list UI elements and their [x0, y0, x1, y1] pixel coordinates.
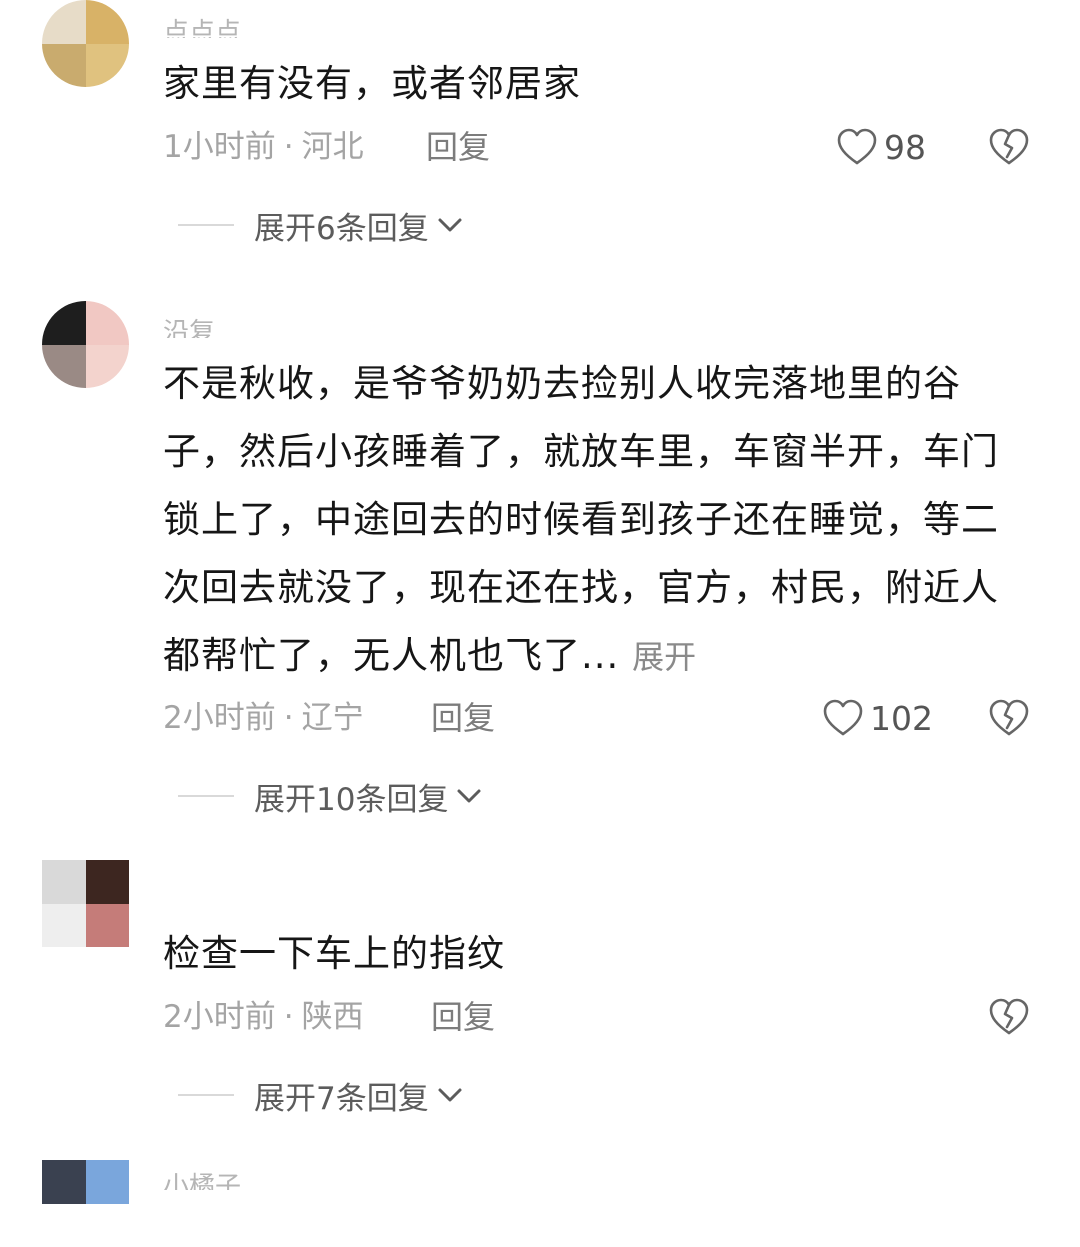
avatar-segment	[86, 345, 129, 388]
comment-meta: 2小时前 · 陕西	[163, 997, 364, 1037]
expand-replies-button[interactable]: 展开7条回复	[178, 1075, 463, 1117]
comment-time: 2小时前	[163, 700, 276, 736]
broken-heart-icon	[989, 998, 1029, 1035]
comment-text: 不是秋收，是爷爷奶奶去捡别人收完落地里的谷子，然后小孩睡着了，就放车里，车窗半开…	[163, 350, 1033, 691]
comment-text: 检查一下车上的指纹	[163, 932, 505, 975]
comment-time: 2小时前	[163, 999, 276, 1035]
comment-text: 家里有没有，或者邻居家	[163, 62, 581, 105]
expand-text-link[interactable]: 展开	[632, 638, 696, 676]
username[interactable]: 沿复	[163, 318, 215, 338]
chevron-down-icon	[438, 1088, 462, 1102]
avatar-segment	[42, 1160, 86, 1204]
divider-line	[178, 1094, 234, 1096]
reply-button[interactable]: 回复	[431, 997, 495, 1037]
avatar-segment	[42, 301, 86, 345]
chevron-down-icon	[457, 789, 481, 803]
avatar-segment	[86, 44, 129, 87]
comment-text-body: 不是秋收，是爷爷奶奶去捡别人收完落地里的谷子，然后小孩睡着了，就放车里，车窗半开…	[163, 362, 999, 677]
avatar[interactable]	[42, 860, 129, 947]
avatar-segment	[86, 1160, 129, 1204]
username[interactable]: 小橘子	[163, 1172, 241, 1190]
meta-separator: ·	[283, 999, 294, 1035]
meta-separator: ·	[283, 700, 294, 736]
comment-time: 1小时前	[163, 129, 276, 165]
dislike-button[interactable]	[988, 997, 1030, 1037]
avatar-segment	[42, 904, 86, 947]
like-button[interactable]: 102	[822, 698, 933, 738]
comment-location: 陕西	[301, 999, 364, 1035]
username[interactable]: 点点点	[163, 18, 241, 38]
like-count: 102	[870, 698, 933, 738]
avatar-segment	[42, 345, 86, 388]
dislike-button[interactable]	[988, 127, 1030, 167]
divider-line	[178, 795, 234, 797]
divider-line	[178, 224, 234, 226]
avatar-segment	[86, 301, 129, 345]
broken-heart-icon	[989, 128, 1029, 165]
like-count: 98	[884, 127, 926, 167]
comment-meta: 2小时前 · 辽宁	[163, 698, 364, 738]
avatar-segment	[86, 860, 129, 904]
like-button[interactable]: 98	[836, 127, 926, 167]
heart-outline-icon	[837, 128, 877, 165]
avatar-segment	[86, 904, 129, 947]
expand-replies-label: 展开6条回复	[254, 210, 429, 247]
chevron-down-icon	[438, 218, 462, 232]
expand-replies-label: 展开10条回复	[254, 781, 449, 818]
expand-replies-button[interactable]: 展开6条回复	[178, 205, 463, 247]
heart-outline-icon	[823, 699, 863, 736]
comment-meta: 1小时前 · 河北	[163, 127, 364, 167]
avatar-segment	[86, 0, 129, 44]
avatar[interactable]	[42, 1160, 129, 1247]
dislike-button[interactable]	[988, 698, 1030, 738]
expand-replies-label: 展开7条回复	[254, 1080, 429, 1117]
avatar-segment	[42, 44, 86, 87]
comment-location: 河北	[301, 129, 364, 165]
expand-replies-button[interactable]: 展开10条回复	[178, 776, 482, 818]
meta-separator: ·	[283, 129, 294, 165]
avatar-segment	[42, 860, 86, 904]
avatar[interactable]	[42, 301, 129, 388]
reply-button[interactable]: 回复	[431, 698, 495, 738]
comment-location: 辽宁	[301, 700, 364, 736]
broken-heart-icon	[989, 699, 1029, 736]
avatar-segment	[42, 0, 86, 44]
avatar[interactable]	[42, 0, 129, 87]
reply-button[interactable]: 回复	[426, 127, 490, 167]
